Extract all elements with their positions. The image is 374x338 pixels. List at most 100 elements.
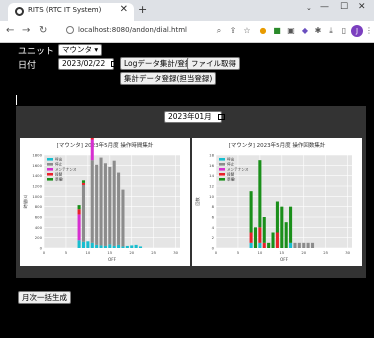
bar-segment: [81, 184, 86, 242]
reload-icon[interactable]: ↻: [39, 25, 47, 36]
chevron-down-icon: ▾: [94, 45, 99, 54]
unit-select[interactable]: マウンタ ▾: [58, 44, 103, 56]
bar-segment: [95, 164, 99, 245]
x-tick-label: 10: [257, 250, 262, 255]
x-tick-label: 20: [301, 250, 306, 255]
legend-label: メンテナンス: [55, 167, 77, 172]
maximize-button[interactable]: ☐: [340, 2, 348, 12]
chart-panel: 2023年01月 [マウンタ] 2023年5月度 操作時間集計 1800 1600 1…: [16, 106, 366, 278]
share-icon[interactable]: ⇪: [228, 26, 238, 36]
bar-segment: [297, 242, 301, 248]
y-tick-label: 1000: [32, 194, 42, 199]
legend-label: 呼出: [227, 157, 235, 162]
legend-label: メンテナンス: [227, 167, 249, 172]
monthly-generate-button[interactable]: 月次一括生成: [18, 291, 71, 304]
y-tick-label: 12: [209, 184, 214, 189]
extension-3-icon[interactable]: ▣: [286, 26, 296, 36]
x-tick-label: 15: [107, 250, 112, 255]
browser-tab[interactable]: RITS (RTC IT System) ✕: [8, 3, 134, 21]
bar-segment: [284, 222, 288, 248]
x-tick-label: 30: [345, 250, 350, 255]
x-tick-label: 0: [215, 250, 218, 255]
y-tick-label: 10: [209, 194, 214, 199]
bar-segment: [99, 245, 103, 248]
bar-segment: [258, 242, 262, 248]
y-axis-label: 回数: [194, 197, 201, 206]
legend-label: 準備!: [55, 177, 64, 182]
tab-search-icon[interactable]: ⌄: [306, 4, 312, 12]
y-tick-label: 2: [212, 235, 215, 240]
menu-kebab-icon[interactable]: ⋮: [364, 26, 374, 36]
date-input[interactable]: 2023/02/22: [58, 58, 119, 70]
sidepanel-icon[interactable]: ▯: [339, 26, 349, 36]
bookmark-star-icon[interactable]: ☆: [242, 26, 252, 36]
legend-label: 停止: [55, 162, 63, 167]
extension-2-icon[interactable]: ■: [272, 26, 282, 36]
bar-segment: [293, 242, 297, 248]
bar-segment: [77, 240, 81, 248]
chart-title: [マウンタ] 2023年5月度 操作時間集計: [57, 141, 154, 149]
download-icon[interactable]: ⤓: [326, 26, 336, 36]
bar-segment: [125, 245, 129, 248]
y-tick-label: 400: [35, 225, 43, 230]
bar-segment: [81, 180, 86, 183]
bar-segment: [275, 232, 279, 248]
bar-segment: [117, 244, 121, 248]
bar-segment: [258, 227, 262, 243]
bar-segment: [138, 246, 143, 248]
x-tick-label: 0: [43, 250, 46, 255]
bar-segment: [289, 242, 293, 248]
tab-bar: RITS (RTC IT System) ✕ + ⌄ — ☐ ✕: [0, 0, 374, 21]
new-tab-button[interactable]: +: [138, 3, 147, 16]
x-tick-label: 5: [65, 250, 68, 255]
bar-segment: [310, 242, 315, 248]
address-bar-row: ← → ↻ localhost:8080/andon/dial.html ⌕ ⇪…: [0, 21, 374, 43]
legend-label: 段替: [227, 172, 235, 177]
file-fetch-button[interactable]: ファイル取得: [187, 57, 240, 70]
zoom-icon[interactable]: ⌕: [214, 26, 224, 36]
month-input[interactable]: 2023年01月: [164, 111, 225, 123]
extension-1-icon[interactable]: ●: [258, 26, 268, 36]
site-info-icon[interactable]: [66, 26, 74, 34]
bar-segment: [130, 245, 134, 248]
bar-segment: [280, 206, 284, 248]
legend-label: 呼出: [55, 157, 63, 162]
bar-segment: [302, 242, 306, 248]
bar-segment: [77, 214, 81, 241]
legend-swatch: [219, 168, 225, 171]
legend-swatch: [47, 158, 53, 161]
tab-close-icon[interactable]: ✕: [120, 4, 128, 15]
bar-segment: [249, 191, 253, 233]
bar-segment: [262, 242, 266, 248]
calendar-icon[interactable]: [111, 61, 119, 67]
log-aggregate-button[interactable]: Logデータ集計/登録: [120, 57, 197, 70]
bar-segment: [249, 242, 253, 248]
extension-4-icon[interactable]: ◆: [300, 26, 310, 36]
window-close-button[interactable]: ✕: [358, 2, 366, 12]
legend-swatch: [219, 158, 225, 161]
extensions-puzzle-icon[interactable]: ✱: [313, 26, 323, 36]
bar-segment: [117, 172, 121, 245]
bar-segment: [249, 232, 253, 243]
x-axis-label: OFF: [108, 257, 117, 262]
bar-segment: [112, 160, 116, 246]
bar-segment: [103, 163, 107, 246]
bar-segment: [77, 205, 81, 210]
x-tick-label: 30: [173, 250, 178, 255]
legend-swatch: [47, 163, 53, 166]
legend-label: 段替: [55, 172, 63, 177]
bar-segment: [112, 245, 116, 248]
aggregate-register-button[interactable]: 集計データ登録(担当登録): [120, 72, 217, 85]
unit-label: ユニット: [18, 47, 55, 57]
profile-avatar[interactable]: J: [351, 25, 363, 37]
calendar-icon[interactable]: [217, 114, 225, 120]
legend-swatch: [47, 178, 53, 181]
back-icon[interactable]: ←: [6, 25, 14, 36]
forward-icon[interactable]: →: [22, 25, 30, 36]
minimize-button[interactable]: —: [320, 2, 329, 12]
favicon-icon: [15, 7, 24, 16]
y-tick-label: 14: [209, 173, 214, 178]
y-tick-label: 16: [209, 163, 214, 168]
chart-title: [マウンタ] 2023年5月度 操作回数集計: [229, 141, 326, 149]
y-tick-label: 18: [209, 153, 214, 158]
